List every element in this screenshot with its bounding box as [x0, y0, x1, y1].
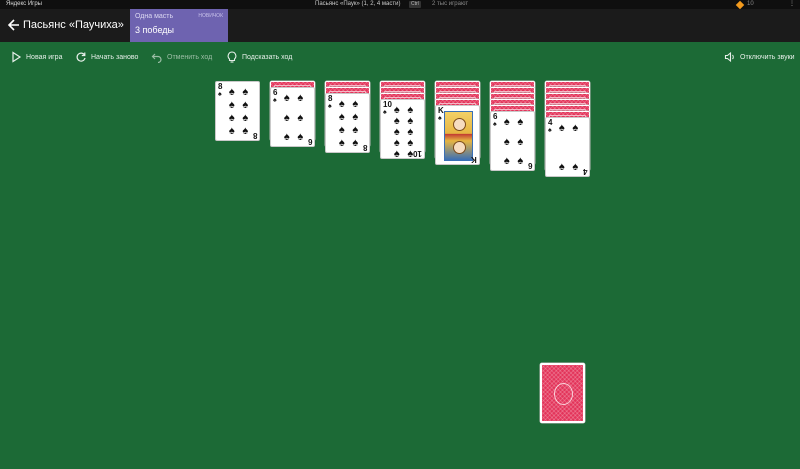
brand-label: Яндекс Игры	[6, 1, 42, 7]
lightbulb-icon	[227, 51, 237, 63]
spade-pip-icon: ♠	[517, 135, 524, 148]
hint-button[interactable]: Подсказать ход	[226, 50, 292, 64]
card-rank: 6	[273, 88, 278, 97]
spade-pip-icon: ♠	[352, 98, 359, 110]
coin-icon	[735, 0, 745, 10]
game-title: Пасьянс «Паучиха»	[23, 19, 124, 31]
card-pips: ♠ ♠ ♠ ♠ ♠ ♠ ♠ ♠ ♠ ♠	[390, 105, 417, 160]
card-pips: ♠ ♠ ♠ ♠ ♠ ♠	[280, 93, 307, 143]
card-rank-bottom: 4	[582, 167, 587, 176]
spade-pip-icon: ♠	[283, 111, 290, 124]
card-rank-bottom: 6	[307, 137, 312, 146]
spade-icon: ♠	[328, 103, 332, 110]
spade-pip-icon: ♠	[297, 131, 304, 143]
keyboard-badge: Ctrl	[409, 1, 421, 8]
spade-pip-icon: ♠	[338, 98, 345, 110]
more-menu-button[interactable]: ⋮	[789, 0, 795, 9]
face-up-card[interactable]: 10 ♠ ♠ ♠ ♠ ♠ ♠ ♠ ♠ ♠ ♠ ♠ 10	[380, 99, 425, 160]
spade-pip-icon: ♠	[572, 161, 579, 173]
card-rank: 8	[218, 82, 223, 91]
spade-pip-icon: ♠	[558, 161, 565, 173]
spade-pip-icon: ♠	[352, 137, 359, 149]
spade-icon: ♠	[273, 97, 277, 104]
spade-pip-icon: ♠	[242, 125, 249, 137]
spade-icon: ♠	[438, 115, 442, 122]
spade-icon: ♠	[493, 121, 497, 128]
spade-icon: ♠	[218, 91, 222, 98]
new-game-button[interactable]: Новая игра	[10, 50, 62, 64]
card-rank-bottom: K	[471, 155, 477, 164]
restart-button[interactable]: Начать заново	[75, 50, 138, 64]
play-icon	[12, 51, 22, 63]
spade-pip-icon: ♠	[228, 112, 235, 124]
speaker-icon	[724, 51, 734, 63]
spade-icon: ♠	[548, 127, 552, 134]
spade-pip-icon: ♠	[242, 99, 249, 111]
spade-pip-icon: ♠	[338, 124, 345, 136]
restart-icon	[76, 52, 86, 62]
card-pips: ♠ ♠ ♠ ♠	[555, 123, 582, 173]
spade-pip-icon: ♠	[338, 111, 345, 123]
back-arrow-icon[interactable]	[8, 18, 20, 32]
undo-label: Отменить ход	[167, 53, 213, 61]
card-rank: 4	[548, 118, 553, 127]
face-up-card[interactable]: 8 ♠ ♠ ♠ ♠ ♠ ♠ ♠ ♠ ♠ 8	[325, 93, 370, 153]
card-pips: ♠ ♠ ♠ ♠ ♠ ♠ ♠ ♠	[335, 99, 362, 149]
card-pips: ♠ ♠ ♠ ♠ ♠ ♠	[500, 117, 527, 167]
spade-pip-icon: ♠	[283, 131, 290, 143]
card-pips: ♠ ♠ ♠ ♠ ♠ ♠ ♠ ♠	[225, 87, 252, 137]
spade-pip-icon: ♠	[352, 111, 359, 123]
card-rank-bottom: 8	[362, 143, 367, 152]
mode-name: Одна масть	[135, 13, 174, 20]
spade-pip-icon: ♠	[517, 155, 524, 167]
spade-pip-icon: ♠	[572, 122, 579, 134]
system-bar: Яндекс Игры Пасьянс «Паук» (1, 2, 4 маст…	[0, 0, 800, 10]
restart-label: Начать заново	[91, 53, 139, 61]
spade-pip-icon: ♠	[242, 112, 249, 124]
king-portrait-icon	[444, 111, 473, 161]
face-up-card[interactable]: 8 ♠ ♠ ♠ ♠ ♠ ♠ ♠ ♠ ♠ 8	[215, 81, 260, 141]
stock-card[interactable]	[540, 363, 585, 423]
spade-pip-icon: ♠	[228, 86, 235, 98]
spade-pip-icon: ♠	[283, 92, 290, 104]
coins-count: 10	[747, 1, 754, 7]
spade-icon: ♠	[383, 109, 387, 116]
window-title: Пасьянс «Паук» (1, 2, 4 масти)	[315, 1, 401, 7]
card-rank-bottom: 8	[252, 131, 257, 140]
mode-selector[interactable]: Одна масть НОВИЧОК 3 победы	[130, 9, 228, 42]
hint-label: Подсказать ход	[242, 53, 293, 61]
game-header: Пасьянс «Паучиха» Одна масть НОВИЧОК 3 п…	[0, 9, 800, 42]
spade-pip-icon: ♠	[228, 125, 235, 137]
spade-pip-icon: ♠	[338, 137, 345, 149]
card-rank-bottom: 6	[527, 161, 532, 170]
new-game-label: Новая игра	[26, 53, 63, 61]
spade-pip-icon: ♠	[503, 135, 510, 148]
face-up-card[interactable]: 4 ♠ ♠ ♠ ♠ ♠ 4	[545, 117, 590, 177]
card-rank: 6	[493, 112, 498, 121]
face-up-card[interactable]: K ♠ K	[435, 105, 480, 165]
spade-pip-icon: ♠	[558, 122, 565, 134]
spade-pip-icon: ♠	[352, 124, 359, 136]
sound-label: Отключить звуки	[740, 53, 795, 61]
wins-count: 3 победы	[135, 25, 174, 35]
spade-pip-icon: ♠	[503, 116, 510, 128]
face-up-card[interactable]: 6 ♠ ♠ ♠ ♠ ♠ ♠ ♠ 6	[270, 87, 315, 147]
spade-pip-icon: ♠	[297, 111, 304, 124]
spade-pip-icon: ♠	[517, 116, 524, 128]
face-up-card[interactable]: 6 ♠ ♠ ♠ ♠ ♠ ♠ ♠ 6	[490, 111, 535, 171]
spade-pip-icon: ♠	[242, 86, 249, 98]
spade-pip-icon: ♠	[393, 148, 400, 160]
sound-toggle-button[interactable]: Отключить звуки	[724, 50, 795, 64]
spade-pip-icon: ♠	[297, 92, 304, 104]
mode-level-tag: НОВИЧОК	[198, 13, 223, 19]
spade-pip-icon: ♠	[503, 155, 510, 167]
players-count: 2 тыс играют	[432, 1, 469, 7]
spade-pip-icon: ♠	[228, 99, 235, 111]
undo-icon	[151, 53, 162, 63]
card-rank: 8	[328, 94, 333, 103]
card-rank-bottom: 10	[413, 149, 422, 158]
card-rank: K	[438, 106, 444, 115]
undo-button[interactable]: Отменить ход	[151, 50, 212, 64]
